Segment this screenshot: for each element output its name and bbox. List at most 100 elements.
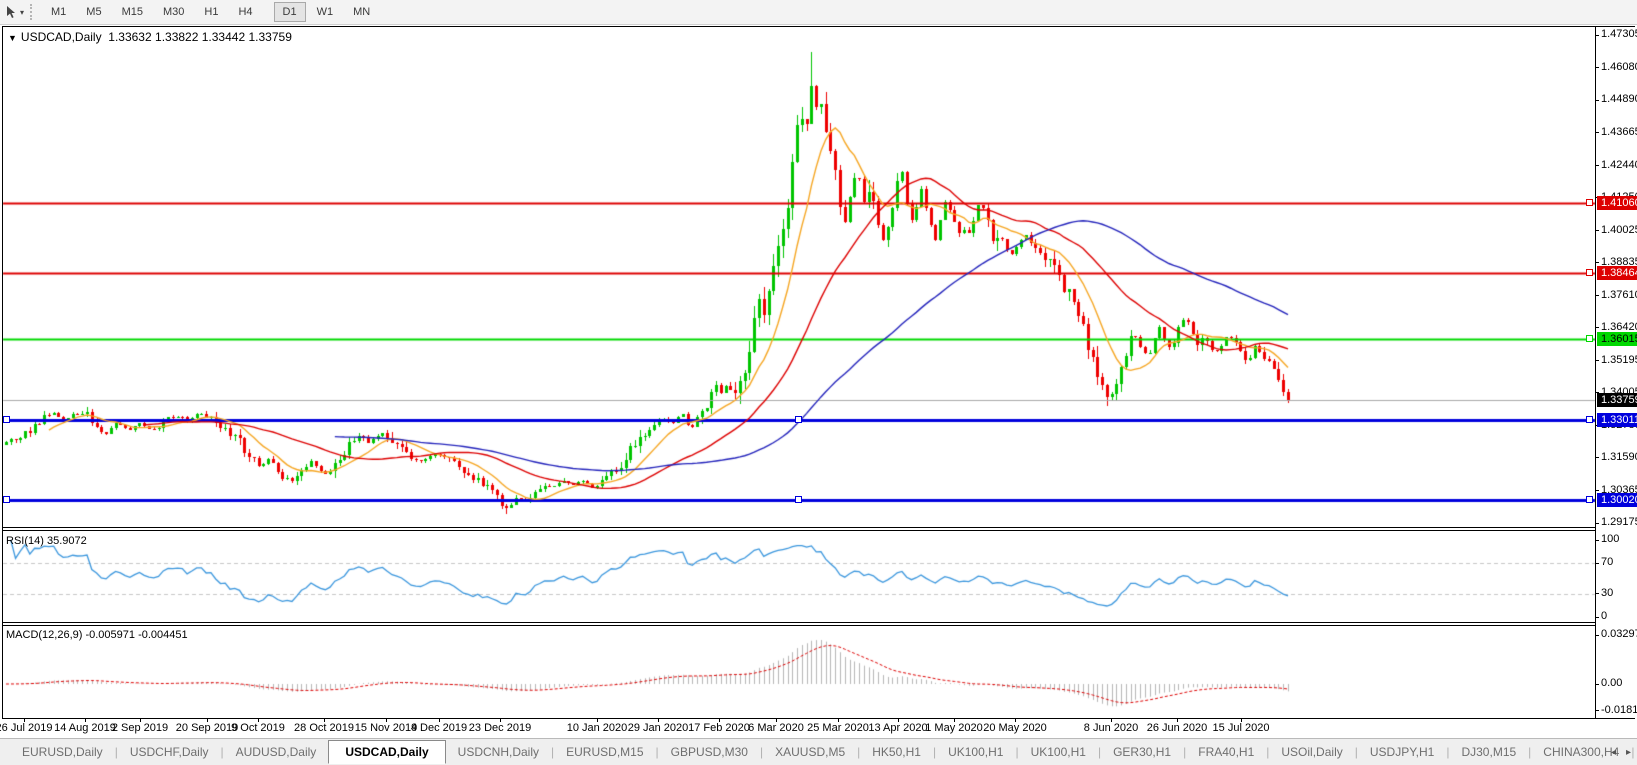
price-tick-label: 1.37610	[1601, 288, 1637, 301]
macd-indicator-label: MACD(12,26,9) -0.005971 -0.004451	[6, 629, 188, 641]
price-tick-mark	[1595, 360, 1599, 361]
line-drag-handle[interactable]	[1586, 334, 1593, 342]
date-label: 23 Dec 2019	[468, 722, 532, 734]
price-tick-label: 1.46080	[1601, 60, 1637, 73]
tab-scroll-right-icon[interactable]: ▸	[1626, 747, 1631, 758]
price-tick-label: 1.35195	[1601, 353, 1637, 366]
chart-tab-usdjpy-h1[interactable]: USDJPY,H1	[1358, 741, 1446, 763]
price-badge: 1.33011	[1597, 412, 1637, 427]
macd-tick-mark	[1595, 635, 1599, 636]
price-tick-label: 1.31590	[1601, 450, 1637, 463]
date-label: 29 Jan 2020	[627, 722, 689, 734]
price-tick-label: 1.44890	[1601, 93, 1637, 105]
chart-top-border	[2, 26, 1635, 27]
line-drag-handle[interactable]	[795, 496, 802, 504]
rsi-tick-mark	[1595, 593, 1599, 594]
date-label: 13 Apr 2020	[868, 722, 928, 734]
chart-tab-gbpusd-m30[interactable]: GBPUSD,M30	[659, 741, 760, 763]
chart-tab-xauusd-m5[interactable]: XAUUSD,M5	[763, 741, 857, 763]
chart-tab-audusd-daily[interactable]: AUDUSD,Daily	[224, 741, 329, 763]
rsi-tick-label: 70	[1601, 556, 1614, 569]
price-tick-mark	[1595, 132, 1599, 133]
date-label: 15 Nov 2019	[354, 722, 418, 734]
chart-tab-usdcnh-daily[interactable]: USDCNH,Daily	[446, 741, 551, 763]
price-badge: 1.30020	[1597, 493, 1637, 508]
chart-tabs: EURUSD,Daily | USDCHF,Daily | AUDUSD,Daily US…	[10, 739, 1634, 765]
line-drag-handle[interactable]	[1586, 496, 1593, 504]
tab-scroll-arrows: ◂ ▸	[1611, 739, 1631, 765]
main-rsi-separator[interactable]	[2, 527, 1596, 528]
macd-tick-mark	[1595, 710, 1599, 711]
price-badge: 1.33759	[1597, 392, 1637, 407]
ohlc-open: 1.33632	[108, 30, 152, 44]
date-label: 25 Mar 2020	[807, 722, 869, 734]
chart-tab-bar: EURUSD,Daily | USDCHF,Daily | AUDUSD,Daily US…	[0, 738, 1637, 765]
rsi-tick-mark	[1595, 540, 1599, 541]
title-marker-icon: ▼	[8, 33, 17, 43]
ohlc-low: 1.33442	[201, 30, 246, 44]
date-label: 10 Jan 2020	[566, 722, 628, 734]
price-badge: 1.36015	[1597, 331, 1637, 346]
line-drag-handle[interactable]	[3, 415, 10, 423]
price-tick-mark	[1595, 327, 1599, 328]
price-tick-mark	[1595, 295, 1599, 296]
date-label: 6 Mar 2020	[748, 722, 804, 734]
chart-tab-uk100-h1[interactable]: UK100,H1	[1019, 741, 1098, 763]
tab-separator: |	[1631, 745, 1635, 759]
chart-tab-usdcad-daily[interactable]: USDCAD,Daily	[328, 740, 446, 764]
chart-tab-usdchf-daily[interactable]: USDCHF,Daily	[118, 741, 221, 763]
rsi-tick-mark	[1595, 563, 1599, 564]
chart-tab-fra40-h1[interactable]: FRA40,H1	[1186, 741, 1266, 763]
date-label: 8 Jun 2020	[1083, 722, 1139, 734]
line-drag-handle[interactable]	[1586, 415, 1593, 423]
macd-tick-label: 0.032972	[1601, 628, 1637, 640]
price-tick-mark	[1595, 523, 1599, 524]
date-label: 14 Aug 2019	[54, 722, 116, 734]
chart-tab-usoil-daily[interactable]: USOil,Daily	[1269, 741, 1354, 763]
chart-tab-hk50-h1[interactable]: HK50,H1	[860, 741, 933, 763]
ohlc-high: 1.33822	[155, 30, 199, 44]
chart-title: ▼ USDCAD,Daily 1.33632 1.33822 1.33442 1.…	[8, 30, 292, 44]
rsi-pane-top-border	[2, 530, 1596, 531]
rsi-tick-label: 100	[1601, 533, 1620, 545]
price-tick-mark	[1595, 35, 1599, 36]
price-tick-mark	[1595, 490, 1599, 491]
price-chart-canvas[interactable]	[0, 0, 1637, 720]
line-drag-handle[interactable]	[795, 415, 802, 423]
price-tick-label: 1.40025	[1601, 223, 1637, 236]
date-label: 9 Oct 2019	[231, 722, 285, 734]
rsi-macd-separator[interactable]	[2, 622, 1596, 623]
date-label: 15 Jul 2020	[1212, 722, 1270, 734]
line-drag-handle[interactable]	[1586, 268, 1593, 276]
price-tick-label: 1.47305	[1601, 28, 1637, 40]
rsi-tick-label: 30	[1601, 586, 1614, 599]
date-label: 4 Dec 2019	[410, 722, 468, 734]
date-label: 1 May 2020	[925, 722, 983, 734]
price-tick-mark	[1595, 100, 1599, 101]
date-label: 26 Jun 2020	[1146, 722, 1208, 734]
date-label: 20 Sep 2019	[175, 722, 239, 734]
price-tick-mark	[1595, 262, 1599, 263]
chart-bottom-border	[2, 718, 1635, 719]
macd-tick-label: 0.00	[1601, 677, 1623, 689]
macd-pane-top-border	[2, 625, 1596, 626]
chart-tab-dj30-m15[interactable]: DJ30,M15	[1449, 741, 1528, 763]
date-label: 26 Jul 2019	[0, 722, 53, 734]
price-tick-label: 1.29175	[1601, 516, 1637, 528]
price-tick-mark	[1595, 67, 1599, 68]
price-tick-label: 1.42440	[1601, 158, 1637, 171]
rsi-indicator-label: RSI(14) 35.9072	[6, 535, 87, 547]
chart-tab-eurusd-m15[interactable]: EURUSD,M15	[554, 741, 655, 763]
price-badge: 1.38464	[1597, 265, 1637, 280]
date-label: 20 May 2020	[983, 722, 1047, 734]
line-drag-handle[interactable]	[3, 496, 10, 504]
tab-scroll-left-icon[interactable]: ◂	[1611, 747, 1616, 758]
date-label: 28 Oct 2019	[294, 722, 354, 734]
chart-tab-ger30-h1[interactable]: GER30,H1	[1101, 741, 1183, 763]
chart-tab-uk100-h1[interactable]: UK100,H1	[936, 741, 1015, 763]
macd-tick-mark	[1595, 684, 1599, 685]
line-drag-handle[interactable]	[1586, 199, 1593, 207]
price-scale-line[interactable]	[1595, 26, 1596, 718]
chart-tab-eurusd-daily[interactable]: EURUSD,Daily	[10, 741, 115, 763]
price-tick-mark	[1595, 165, 1599, 166]
